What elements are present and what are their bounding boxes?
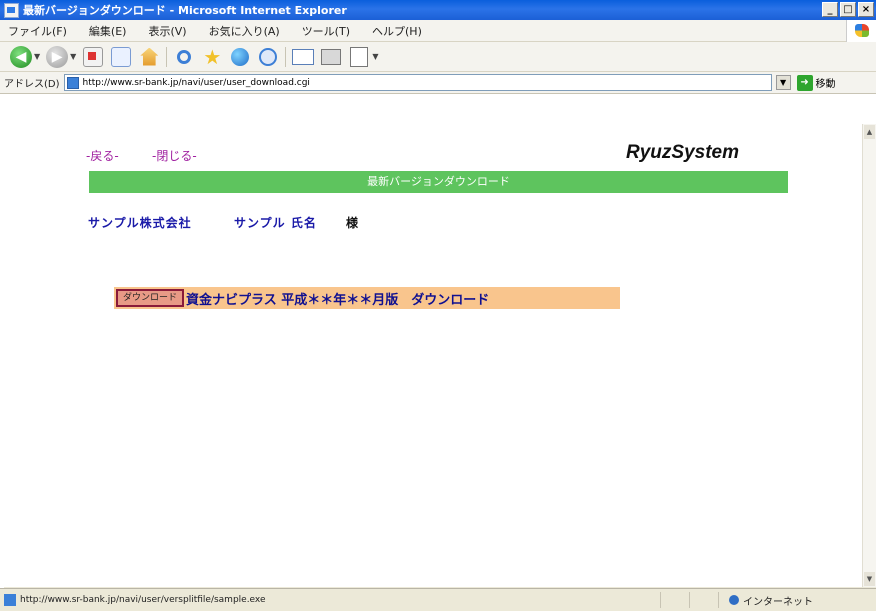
address-bar: アドレス(D) http://www.sr-bank.jp/navi/user/… [0, 72, 876, 94]
toolbar: ◀ ▼ ▶ ▼ ★ ▼ [0, 42, 876, 72]
menu-tools[interactable]: ツール(T) [302, 23, 350, 39]
page-icon [66, 76, 79, 89]
favorites-button[interactable]: ★ [201, 46, 223, 68]
refresh-icon [111, 46, 132, 67]
windows-flag-icon [855, 24, 869, 37]
back-arrow-icon: ◀ [15, 48, 27, 65]
edit-dropdown-icon[interactable]: ▼ [372, 52, 378, 61]
toolbar-separator [166, 46, 168, 67]
close-button[interactable]: × [858, 2, 874, 17]
download-row: ダウンロード 資金ナビプラス 平成＊＊年＊＊月版 ダウンロード [114, 287, 620, 309]
back-link[interactable]: -戻る- [86, 147, 119, 164]
page-content [4, 124, 862, 587]
menu-edit[interactable]: 編集(E) [89, 23, 127, 39]
close-link[interactable]: -閉じる- [152, 147, 197, 164]
back-dropdown-icon[interactable]: ▼ [34, 52, 40, 61]
status-text: http://www.sr-bank.jp/navi/user/versplit… [20, 595, 266, 605]
title-bar: 最新バージョンダウンロード - Microsoft Internet Explo… [0, 0, 876, 20]
mail-icon [292, 48, 315, 65]
stop-button[interactable] [82, 46, 104, 68]
download-link-text[interactable]: 資金ナビプラス 平成＊＊年＊＊月版 ダウンロード [186, 289, 489, 308]
address-label: アドレス(D) [4, 79, 60, 90]
window-controls: _ □ × [822, 2, 874, 17]
vertical-scrollbar[interactable]: ▲ ▼ [862, 124, 876, 587]
menu-view[interactable]: 表示(V) [148, 23, 186, 39]
edit-button[interactable] [348, 46, 370, 68]
favorites-star-icon: ★ [203, 44, 222, 69]
edit-icon [350, 46, 369, 67]
window-title: 最新バージョンダウンロード - Microsoft Internet Explo… [23, 4, 347, 17]
home-icon [140, 47, 159, 66]
status-page-icon [4, 594, 16, 606]
company-name: サンプル株式会社 [88, 216, 192, 230]
status-panel [660, 592, 689, 608]
zone-label: インターネット [743, 596, 813, 608]
ie-app-icon [4, 2, 19, 18]
internet-zone-icon [729, 595, 739, 605]
forward-arrow-icon: ▶ [51, 48, 63, 65]
print-icon [321, 48, 342, 65]
page-header-bar: 最新バージョンダウンロード [89, 171, 788, 193]
search-button[interactable] [173, 46, 195, 68]
menu-help[interactable]: ヘルプ(H) [372, 23, 422, 39]
status-panel [689, 592, 718, 608]
back-button[interactable]: ◀ [10, 45, 32, 68]
go-button[interactable]: ➜ 移動 [796, 74, 836, 91]
menu-favorites[interactable]: お気に入り(A) [209, 23, 280, 39]
forward-button[interactable]: ▶ [46, 45, 69, 68]
menu-file[interactable]: ファイル(F) [8, 23, 67, 39]
ryuzsystem-logo: RyuzSystem [626, 142, 739, 163]
search-icon [177, 49, 192, 64]
menu-bar: ファイル(F) 編集(E) 表示(V) お気に入り(A) ツール(T) ヘルプ(… [0, 20, 876, 42]
content-top-area [0, 94, 876, 124]
go-label: 移動 [815, 79, 836, 90]
print-button[interactable] [320, 46, 342, 68]
security-zone: インターネット [718, 592, 859, 608]
stop-icon [83, 46, 104, 67]
home-button[interactable] [138, 46, 160, 68]
windows-logo [846, 20, 876, 42]
restore-button[interactable]: □ [840, 2, 856, 17]
user-name: サンプル 氏名 [234, 216, 317, 230]
scroll-down-icon[interactable]: ▼ [864, 572, 875, 586]
minimize-button[interactable]: _ [822, 2, 838, 17]
media-button[interactable] [229, 46, 251, 68]
address-url[interactable]: http://www.sr-bank.jp/navi/user/user_dow… [83, 78, 310, 88]
honorific: 様 [346, 216, 359, 230]
toolbar-separator [285, 46, 287, 67]
scroll-up-icon[interactable]: ▲ [864, 125, 875, 139]
history-icon [259, 47, 278, 66]
address-dropdown-icon[interactable]: ▼ [775, 75, 791, 90]
go-arrow-icon: ➜ [796, 74, 813, 91]
mail-button[interactable] [292, 46, 315, 68]
refresh-button[interactable] [110, 46, 132, 68]
media-icon [231, 47, 250, 66]
forward-dropdown-icon[interactable]: ▼ [70, 52, 76, 61]
status-bar: http://www.sr-bank.jp/navi/user/versplit… [0, 588, 876, 611]
history-button[interactable] [257, 46, 279, 68]
address-input[interactable]: http://www.sr-bank.jp/navi/user/user_dow… [63, 74, 772, 91]
download-button[interactable]: ダウンロード [116, 289, 184, 307]
